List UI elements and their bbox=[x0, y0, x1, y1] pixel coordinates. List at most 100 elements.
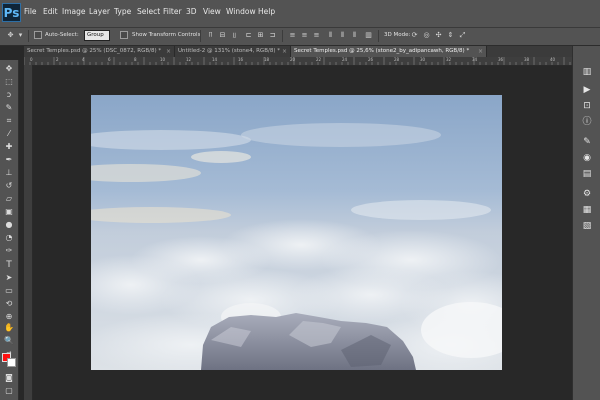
close-icon[interactable]: × bbox=[166, 46, 171, 57]
3d-scale-icon[interactable]: ⤢ bbox=[458, 31, 467, 40]
menu-select[interactable]: Select bbox=[137, 7, 160, 16]
quick-mask-icon[interactable]: ◙ bbox=[3, 372, 15, 384]
align-horizontal-center-icon[interactable]: ⊞ bbox=[256, 31, 265, 40]
ruler-label: 8 bbox=[134, 57, 137, 62]
channels-icon[interactable]: ▦ bbox=[581, 204, 593, 216]
sky-clouds-image bbox=[91, 95, 502, 370]
distribute-top-icon[interactable]: ≡ bbox=[288, 31, 297, 40]
menu-type[interactable]: Type bbox=[114, 7, 131, 16]
ruler-label: 30 bbox=[420, 57, 426, 62]
ruler-label: 4 bbox=[82, 57, 85, 62]
clone-stamp-tool-icon[interactable]: ⊥ bbox=[3, 167, 15, 179]
close-icon[interactable]: × bbox=[478, 46, 483, 57]
photoshop-logo: Ps bbox=[2, 3, 21, 22]
pen-tool-icon[interactable]: ✑ bbox=[3, 245, 15, 257]
tools-panel: ✥ ⬚ ↄ ✎ ⌗ ⁄ ✚ ✒ ⊥ ↺ ▱ ▣ ● ◔ ✑ T ➤ ▭ ⟲ ⊕ … bbox=[0, 60, 19, 400]
menu-layer[interactable]: Layer bbox=[89, 7, 110, 16]
lasso-tool-icon[interactable]: ↄ bbox=[3, 89, 15, 101]
screen-mode-icon[interactable]: ▢ bbox=[3, 385, 15, 397]
align-vertical-center-icon[interactable]: ⊟ bbox=[218, 31, 227, 40]
hand-tool-icon[interactable]: ✋ bbox=[3, 322, 15, 334]
menu-window[interactable]: Window bbox=[226, 7, 256, 16]
menu-3d[interactable]: 3D bbox=[186, 7, 197, 16]
align-right-icon[interactable]: ⊐ bbox=[268, 31, 277, 40]
ruler-label: 40 bbox=[550, 57, 556, 62]
properties-icon[interactable]: ⊡ bbox=[581, 100, 593, 112]
menu-file[interactable]: File bbox=[24, 7, 37, 16]
tool-presets-icon[interactable]: ✎ bbox=[581, 136, 593, 148]
eyedropper-tool-icon[interactable]: ⁄ bbox=[3, 128, 15, 140]
ruler-label: 12 bbox=[186, 57, 192, 62]
distribute-bottom-icon[interactable]: ≡ bbox=[312, 31, 321, 40]
auto-select-label: Auto-Select: bbox=[45, 32, 79, 38]
align-left-icon[interactable]: ⊏ bbox=[244, 31, 253, 40]
ruler-label: 16 bbox=[238, 57, 244, 62]
ruler-label: 0 bbox=[30, 57, 33, 62]
paths-icon[interactable]: ▧ bbox=[581, 220, 593, 232]
menu-help[interactable]: Help bbox=[258, 7, 275, 16]
type-tool-icon[interactable]: T bbox=[3, 259, 15, 271]
align-top-icon[interactable]: ⫪ bbox=[206, 31, 215, 40]
distribute-center-icon[interactable]: ≡ bbox=[300, 31, 309, 40]
tab-untitled-2[interactable]: Untitled-2 @ 131% (stone4, RGB/8) * × bbox=[175, 46, 291, 57]
ruler-ticks bbox=[24, 57, 571, 65]
distribute-hcenter-icon[interactable]: ⫴ bbox=[338, 31, 347, 40]
menu-filter[interactable]: Filter bbox=[163, 7, 182, 16]
layers-icon[interactable]: ▤ bbox=[581, 168, 593, 180]
align-bottom-icon[interactable]: ⫫ bbox=[230, 31, 239, 40]
menu-edit[interactable]: Edit bbox=[43, 7, 58, 16]
separator bbox=[378, 30, 379, 42]
info-icon[interactable]: ⓘ bbox=[581, 116, 593, 128]
marquee-tool-icon[interactable]: ⬚ bbox=[3, 76, 15, 88]
move-tool-preset-icon[interactable]: ✥ bbox=[6, 31, 15, 40]
horizontal-ruler[interactable]: 0 2 4 6 8 10 12 14 16 18 20 22 24 26 28 30 32 34 36 38 40 bbox=[24, 57, 572, 66]
3d-drag-icon[interactable]: ✣ bbox=[434, 31, 443, 40]
rectangle-tool-icon[interactable]: ▭ bbox=[3, 285, 15, 297]
3d-slide-icon[interactable]: ⇕ bbox=[446, 31, 455, 40]
vertical-ruler[interactable] bbox=[24, 65, 33, 400]
auto-select-dropdown[interactable]: Group bbox=[84, 30, 110, 41]
auto-align-icon[interactable]: ▥ bbox=[364, 31, 373, 40]
3d-mode-label: 3D Mode: bbox=[384, 32, 411, 38]
history-brush-tool-icon[interactable]: ↺ bbox=[3, 180, 15, 192]
path-selection-tool-icon[interactable]: ➤ bbox=[3, 272, 15, 284]
3d-object-tool-icon[interactable]: ⟲ bbox=[3, 298, 15, 310]
distribute-right-icon[interactable]: ⫴ bbox=[350, 31, 359, 40]
healing-brush-tool-icon[interactable]: ✚ bbox=[3, 141, 15, 153]
3d-panel-icon[interactable]: ◉ bbox=[581, 152, 593, 164]
ruler-label: 28 bbox=[394, 57, 400, 62]
gradient-tool-icon[interactable]: ▣ bbox=[3, 206, 15, 218]
show-transform-checkbox[interactable] bbox=[120, 31, 128, 39]
blur-tool-icon[interactable]: ● bbox=[3, 219, 15, 231]
options-bar: ✥ ▾ Auto-Select: Group Show Transform Co… bbox=[0, 28, 600, 46]
history-icon[interactable]: ▥ bbox=[581, 66, 593, 78]
3d-rotate-icon[interactable]: ⟳ bbox=[410, 31, 419, 40]
quick-select-tool-icon[interactable]: ✎ bbox=[3, 102, 15, 114]
ruler-label: 36 bbox=[498, 57, 504, 62]
auto-select-checkbox[interactable] bbox=[34, 31, 42, 39]
chevron-down-icon[interactable]: ▾ bbox=[16, 31, 25, 40]
crop-tool-icon[interactable]: ⌗ bbox=[3, 115, 15, 127]
actions-play-icon[interactable]: ▶ bbox=[581, 84, 593, 96]
tab-secret-temples-stone2[interactable]: Secret Temples.psd @ 25,6% (stone2_by_ad… bbox=[291, 46, 487, 57]
menu-view[interactable]: View bbox=[203, 7, 221, 16]
ruler-label: 38 bbox=[524, 57, 530, 62]
ruler-label: 24 bbox=[342, 57, 348, 62]
brush-tool-icon[interactable]: ✒ bbox=[3, 154, 15, 166]
show-transform-label: Show Transform Controls bbox=[132, 32, 201, 38]
separator bbox=[28, 30, 29, 42]
dodge-tool-icon[interactable]: ◔ bbox=[3, 232, 15, 244]
ruler-label: 22 bbox=[316, 57, 322, 62]
move-tool-icon[interactable]: ✥ bbox=[3, 63, 15, 75]
adjustments-icon[interactable]: ⚙ bbox=[581, 188, 593, 200]
eraser-tool-icon[interactable]: ▱ bbox=[3, 193, 15, 205]
ruler-label: 10 bbox=[160, 57, 166, 62]
menu-image[interactable]: Image bbox=[62, 7, 86, 16]
close-icon[interactable]: × bbox=[282, 46, 287, 57]
background-color-swatch[interactable] bbox=[7, 358, 16, 367]
3d-roll-icon[interactable]: ◎ bbox=[422, 31, 431, 40]
document-canvas[interactable] bbox=[91, 95, 502, 370]
distribute-left-icon[interactable]: ⫴ bbox=[326, 31, 335, 40]
zoom-tool-icon[interactable]: 🔍 bbox=[3, 335, 15, 347]
tab-secret-temples-dsc[interactable]: Secret Temples.psd @ 25% (DSC_0872, RGB/… bbox=[24, 46, 175, 57]
